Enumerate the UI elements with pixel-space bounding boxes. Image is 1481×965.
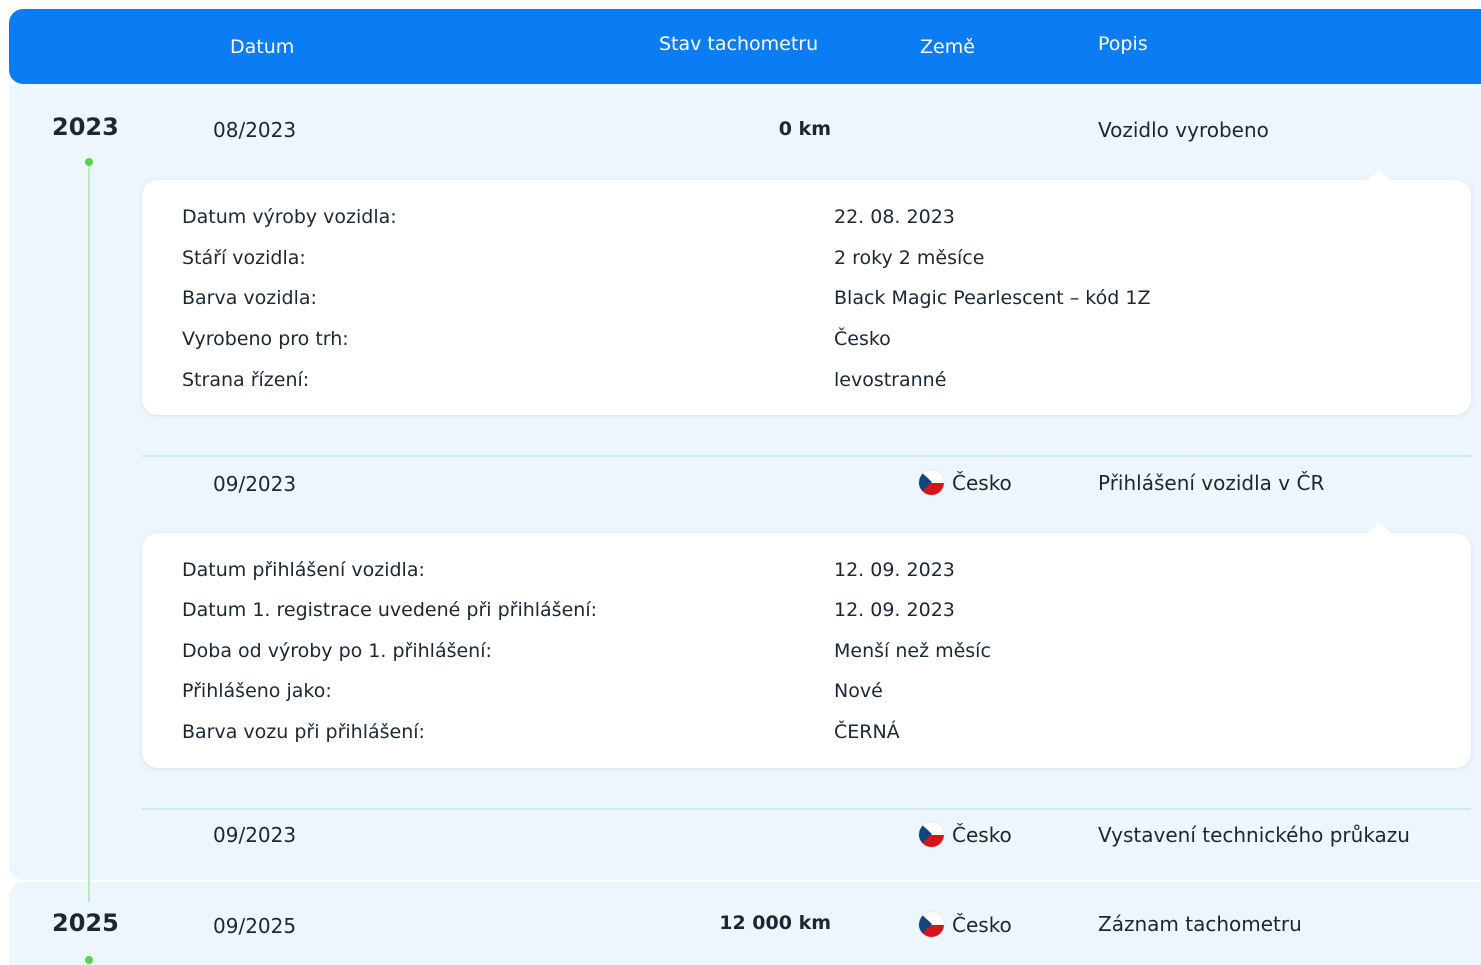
year-label: 2025 bbox=[52, 909, 119, 937]
detail-label: Barva vozidla: bbox=[182, 287, 317, 309]
detail-label: Vyrobeno pro trh: bbox=[182, 328, 349, 350]
detail-card-registration: Datum přihlášení vozidla: 12. 09. 2023 D… bbox=[142, 523, 1471, 768]
table-header: Datum Stav tachometru Země Popis bbox=[9, 9, 1481, 84]
row-country: Česko bbox=[919, 470, 1012, 495]
row-description: Přihlášení vozidla v ČR bbox=[1098, 471, 1325, 495]
detail-value: 12. 09. 2023 bbox=[834, 559, 955, 581]
czech-flag-icon bbox=[919, 822, 944, 847]
czech-flag-icon bbox=[919, 470, 944, 495]
row-date: 08/2023 bbox=[213, 118, 297, 142]
detail-label: Stáří vozidla: bbox=[182, 247, 306, 269]
detail-card-production: Datum výroby vozidla: 22. 08. 2023 Stáří… bbox=[142, 170, 1471, 415]
row-country-label: Česko bbox=[952, 912, 1012, 937]
detail-label: Strana řízení: bbox=[182, 369, 310, 391]
row-date: 09/2025 bbox=[213, 914, 297, 938]
header-description: Popis bbox=[1098, 33, 1148, 55]
detail-label: Datum přihlášení vozidla: bbox=[182, 559, 425, 581]
row-divider bbox=[142, 808, 1471, 810]
detail-value: 2 roky 2 měsíce bbox=[834, 247, 985, 269]
row-date: 09/2023 bbox=[213, 823, 297, 847]
detail-value: 22. 08. 2023 bbox=[834, 206, 955, 228]
timeline-dot bbox=[85, 158, 93, 166]
year-label: 2023 bbox=[52, 113, 119, 141]
row-divider bbox=[142, 455, 1471, 457]
row-country: Česko bbox=[919, 822, 1012, 847]
header-date: Datum bbox=[230, 36, 295, 58]
row-description: Vystavení technického průkazu bbox=[1098, 823, 1410, 847]
czech-flag-icon bbox=[919, 912, 944, 937]
detail-value: ČERNÁ bbox=[834, 721, 900, 743]
detail-value: Česko bbox=[834, 328, 891, 350]
detail-value: Menší než měsíc bbox=[834, 640, 991, 662]
detail-label: Přihlášeno jako: bbox=[182, 680, 332, 702]
row-odometer: 12 000 km bbox=[719, 912, 831, 934]
detail-value: Nové bbox=[834, 680, 883, 702]
header-odometer: Stav tachometru bbox=[659, 33, 819, 55]
timeline-line bbox=[88, 162, 90, 902]
timeline-dot bbox=[85, 956, 93, 964]
row-country-label: Česko bbox=[952, 470, 1012, 495]
row-description: Záznam tachometru bbox=[1098, 912, 1302, 936]
row-description: Vozidlo vyrobeno bbox=[1098, 118, 1269, 142]
detail-label: Doba od výroby po 1. přihlášení: bbox=[182, 640, 492, 662]
row-date: 09/2023 bbox=[213, 472, 297, 496]
detail-label: Datum výroby vozidla: bbox=[182, 206, 397, 228]
detail-label: Datum 1. registrace uvedené při přihláše… bbox=[182, 599, 597, 621]
detail-label: Barva vozu při přihlášení: bbox=[182, 721, 425, 743]
detail-value: Black Magic Pearlescent – kód 1Z bbox=[834, 287, 1151, 309]
header-country: Země bbox=[920, 36, 975, 58]
row-country: Česko bbox=[919, 912, 1012, 937]
detail-value: levostranné bbox=[834, 369, 947, 391]
row-odometer: 0 km bbox=[778, 118, 831, 140]
detail-value: 12. 09. 2023 bbox=[834, 599, 955, 621]
row-country-label: Česko bbox=[952, 822, 1012, 847]
